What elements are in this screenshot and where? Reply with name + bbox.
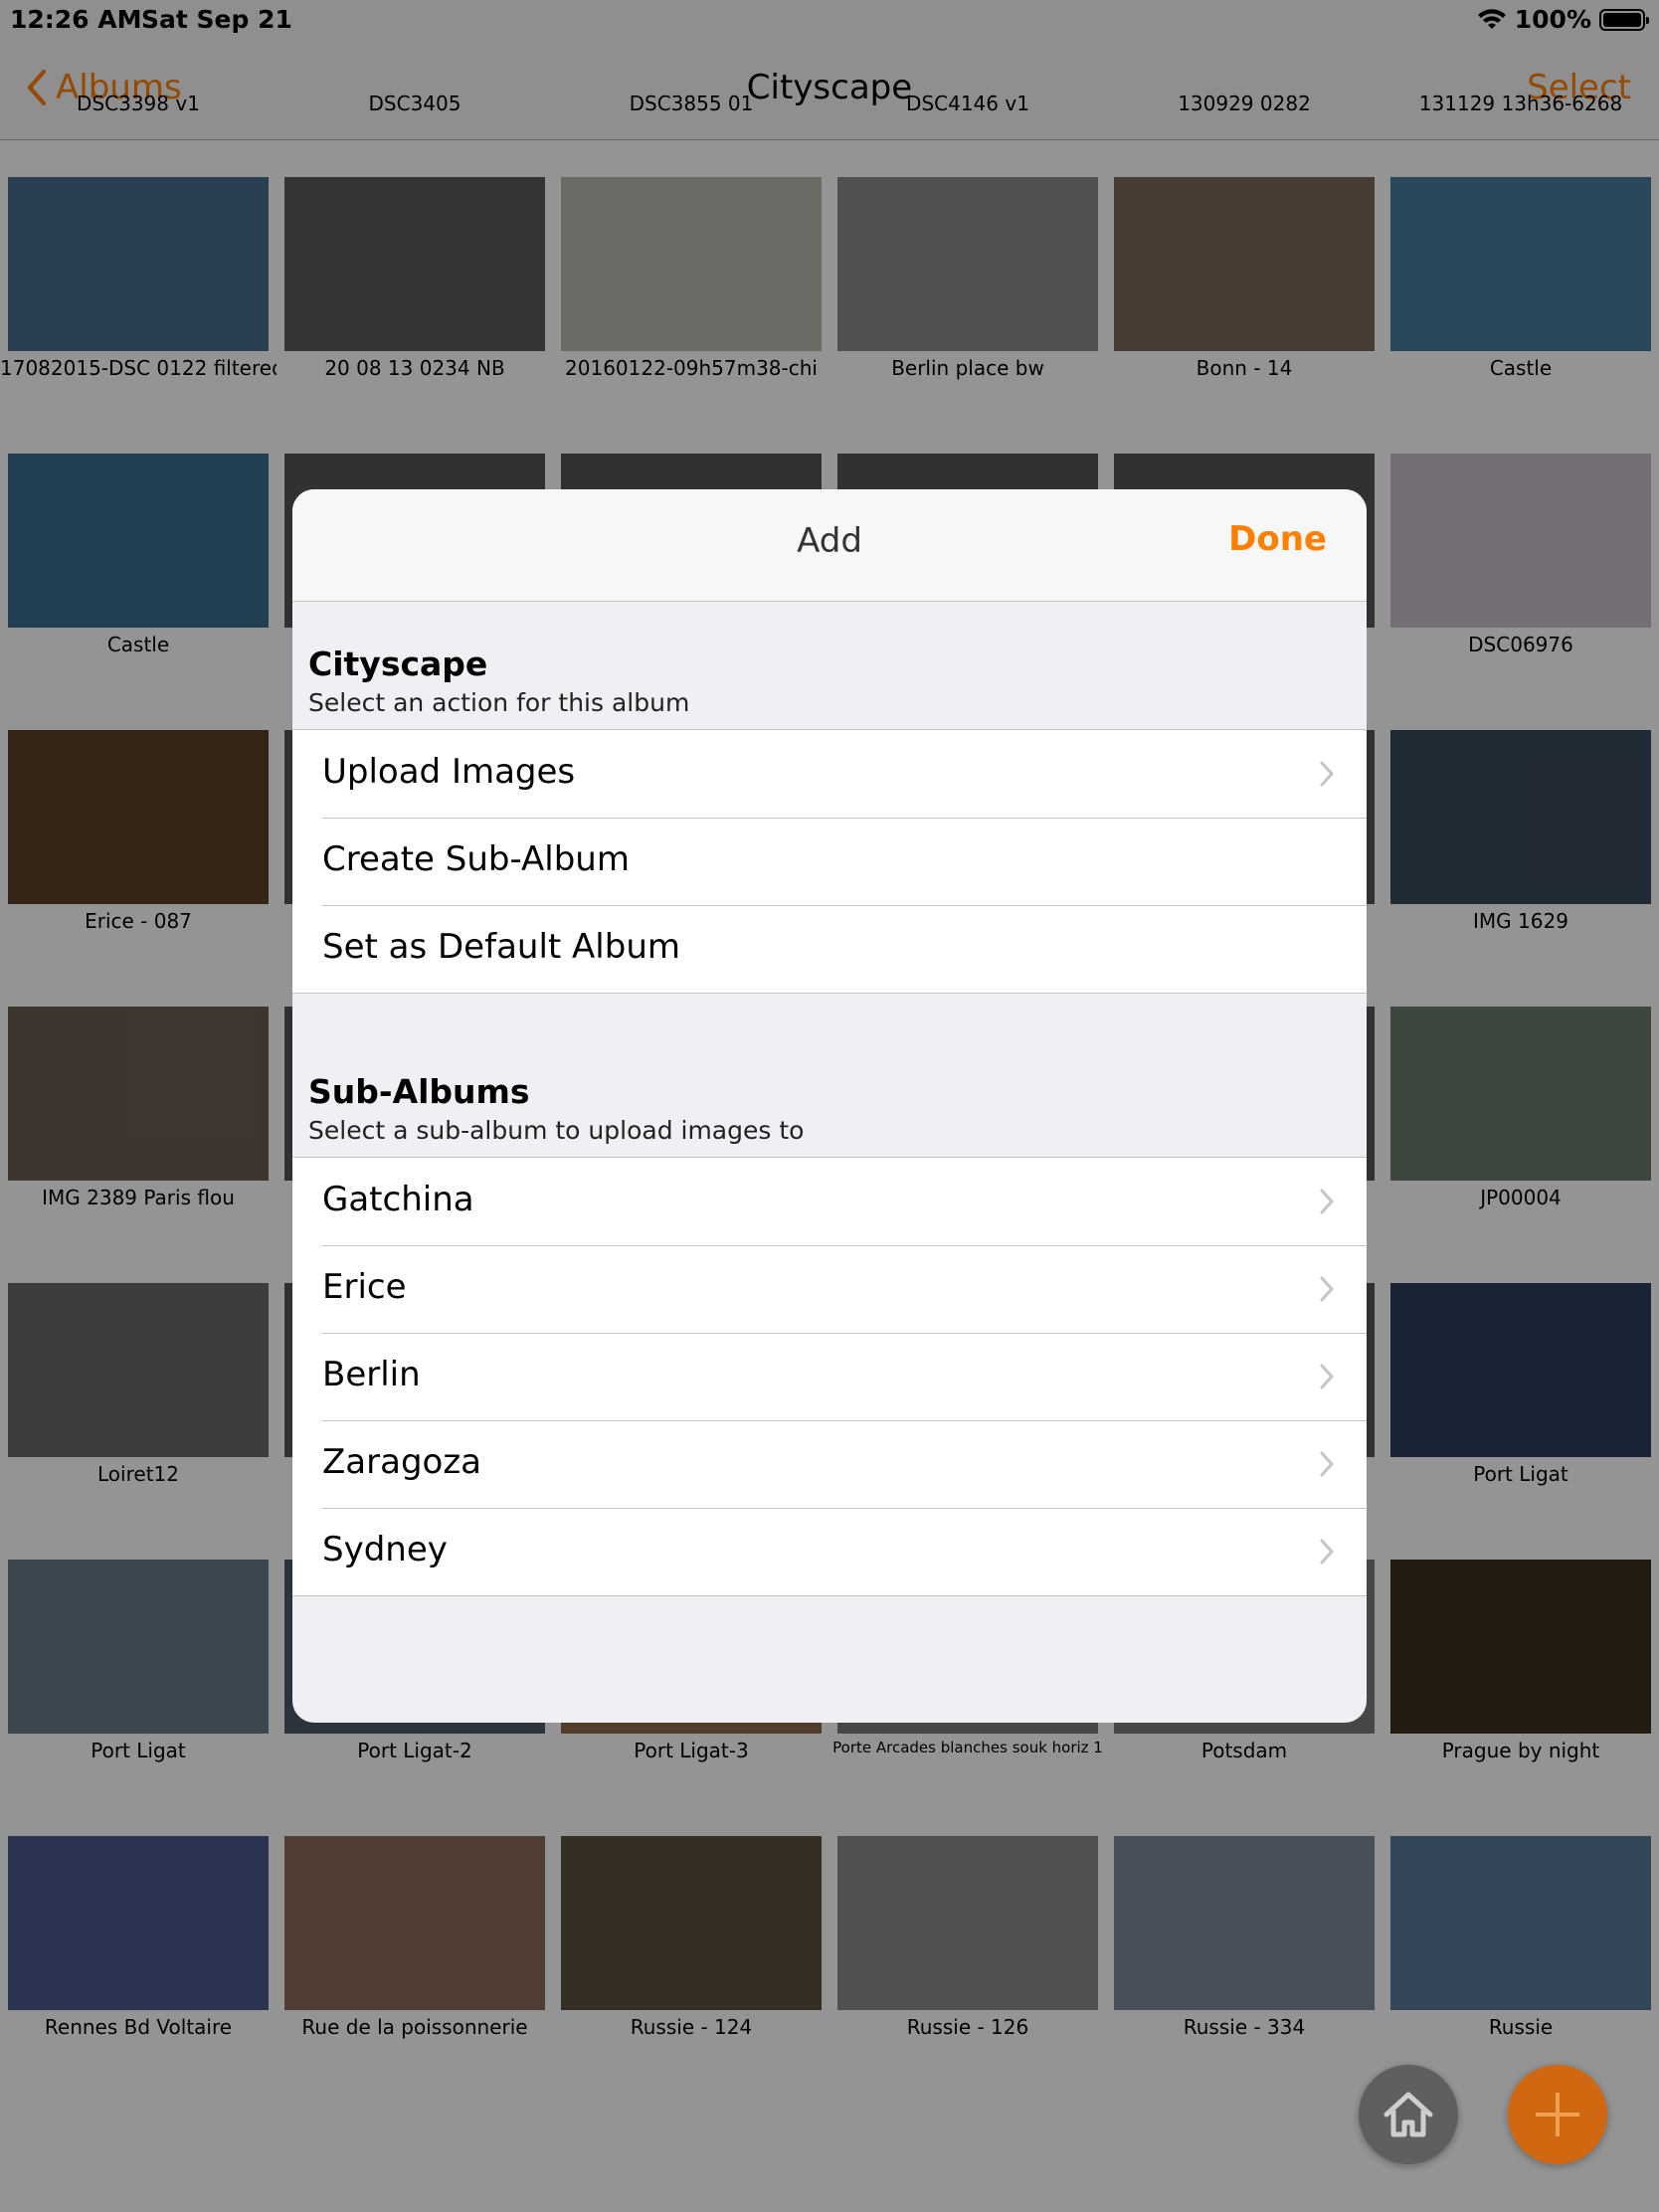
chevron-right-icon xyxy=(1320,1539,1334,1565)
sub-album-row-berlin[interactable]: Berlin xyxy=(292,1333,1367,1420)
row-label: Zaragoza xyxy=(322,1442,482,1482)
sub-album-row-zaragoza[interactable]: Zaragoza xyxy=(292,1420,1367,1508)
create-sub-album-row[interactable]: Create Sub-Album xyxy=(292,818,1367,905)
album-actions-list: Upload Images Create Sub-Album Set as De… xyxy=(292,729,1367,994)
set-default-album-row[interactable]: Set as Default Album xyxy=(292,905,1367,993)
sheet-header: Add Done xyxy=(292,489,1367,602)
plus-icon xyxy=(1536,2093,1579,2136)
row-label: Gatchina xyxy=(322,1180,474,1219)
add-sheet: Add Done Cityscape Select an action for … xyxy=(292,489,1367,1723)
sub-albums-list: Gatchina Erice Berlin Zaragoza Sydney xyxy=(292,1157,1367,1596)
album-section-title: Cityscape xyxy=(308,645,488,683)
home-button[interactable] xyxy=(1359,2065,1458,2164)
chevron-right-icon xyxy=(1320,1364,1334,1389)
sheet-title: Add xyxy=(797,521,862,561)
done-button[interactable]: Done xyxy=(1228,519,1327,559)
row-label: Erice xyxy=(322,1267,407,1307)
chevron-right-icon xyxy=(1320,1451,1334,1477)
row-label: Upload Images xyxy=(322,752,576,792)
row-label: Sydney xyxy=(322,1530,448,1569)
chevron-right-icon xyxy=(1320,1276,1334,1302)
sub-album-row-erice[interactable]: Erice xyxy=(292,1245,1367,1333)
sub-albums-section-title: Sub-Albums xyxy=(308,1072,530,1111)
sub-album-row-sydney[interactable]: Sydney xyxy=(292,1508,1367,1595)
chevron-right-icon xyxy=(1320,1189,1334,1214)
row-label: Create Sub-Album xyxy=(322,839,630,879)
upload-images-row[interactable]: Upload Images xyxy=(292,730,1367,818)
album-section-subtitle: Select an action for this album xyxy=(308,688,690,717)
row-label: Berlin xyxy=(322,1355,421,1394)
chevron-right-icon xyxy=(1320,761,1334,787)
add-button[interactable] xyxy=(1508,2065,1607,2164)
sub-album-row-gatchina[interactable]: Gatchina xyxy=(292,1158,1367,1245)
sub-albums-section-subtitle: Select a sub-album to upload images to xyxy=(308,1116,805,1145)
row-label: Set as Default Album xyxy=(322,927,680,967)
home-icon xyxy=(1383,2092,1433,2137)
